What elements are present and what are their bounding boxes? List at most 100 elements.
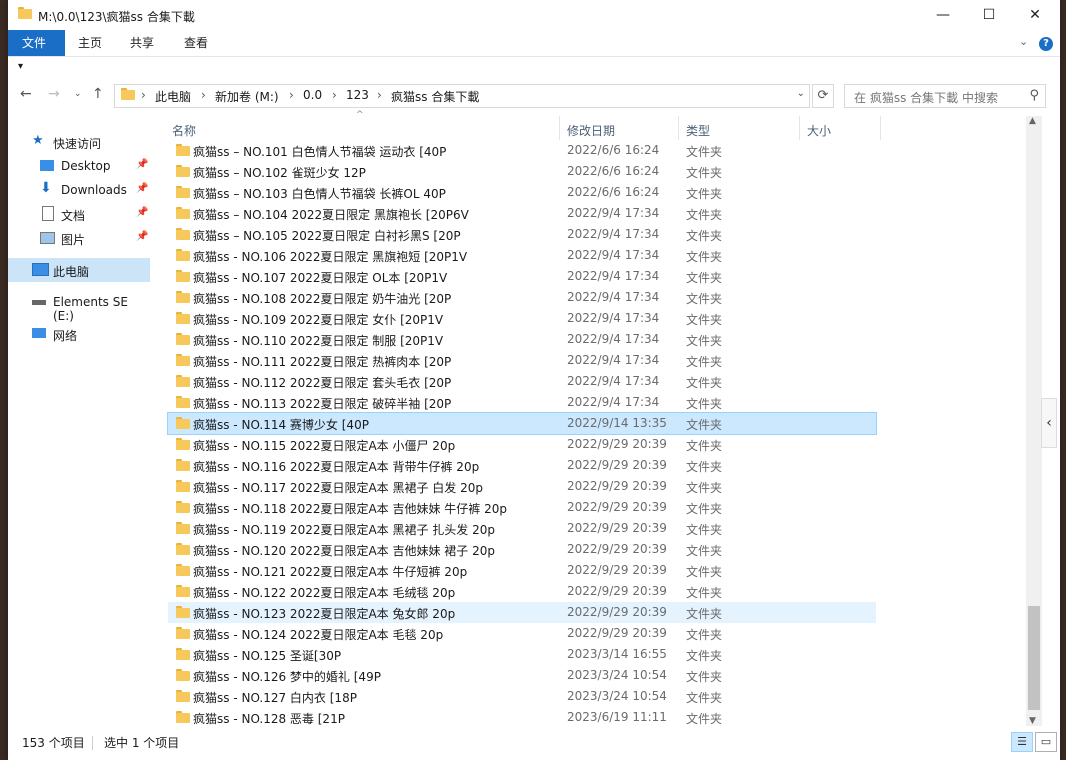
search-input[interactable]: 在 疯猫ss 合集下載 中搜索 ⚲ (844, 84, 1046, 108)
breadcrumb-folder-123[interactable]: 123 (346, 88, 369, 102)
file-row[interactable]: 疯猫ss - NO.109 2022夏日限定 女仆 [20P1V 2022/9/4… (168, 308, 876, 329)
file-row[interactable]: 疯猫ss - NO.108 2022夏日限定 奶牛油光 [20P 2022/9/4… (168, 287, 876, 308)
breadcrumb-current-folder[interactable]: 疯猫ss 合集下載 (391, 88, 479, 105)
pin-icon[interactable]: 📌 (136, 207, 148, 218)
maximize-button[interactable]: ☐ (966, 0, 1012, 30)
preview-pane-toggle-icon[interactable]: ‹ (1041, 398, 1057, 448)
nav-label: Downloads (61, 183, 127, 197)
breadcrumb-this-pc[interactable]: 此电脑 (155, 88, 191, 105)
file-row[interactable]: 疯猫ss - NO.125 圣诞[30P 2023/3/14 16:55 文件夹 (168, 644, 876, 665)
column-divider[interactable] (880, 116, 881, 140)
breadcrumb-separator-icon[interactable]: › (332, 88, 337, 102)
file-row[interactable]: 疯猫ss – NO.104 2022夏日限定 黑旗袍长 [20P6V 2022/9… (168, 203, 876, 224)
file-row[interactable]: 疯猫ss - NO.124 2022夏日限定A本 毛毯 20p 2022/9/29… (168, 623, 876, 644)
file-row[interactable]: 疯猫ss - NO.127 白内衣 [18P 2023/3/24 10:54 文件夹 (168, 686, 876, 707)
tab-home[interactable]: 主页 (64, 30, 116, 56)
breadcrumb-drive[interactable]: 新加卷 (M:) (215, 88, 279, 105)
file-date: 2022/6/6 16:24 (567, 143, 660, 157)
file-row[interactable]: 疯猫ss – NO.101 白色情人节福袋 运动衣 [40P 2022/6/6 1… (168, 140, 876, 161)
pin-icon[interactable]: 📌 (136, 231, 148, 242)
column-divider[interactable] (678, 116, 679, 140)
file-type: 文件夹 (686, 649, 723, 663)
file-row[interactable]: 疯猫ss - NO.119 2022夏日限定A本 黑裙子 扎头发 20p 2022… (168, 518, 876, 539)
file-row[interactable]: 疯猫ss - NO.122 2022夏日限定A本 毛绒毯 20p 2022/9/2… (168, 581, 876, 602)
nav-downloads[interactable]: ⬇ Downloads 📌 (8, 178, 150, 202)
file-row[interactable]: 疯猫ss – NO.105 2022夏日限定 白衬衫黑S [20P 2022/9/… (168, 224, 876, 245)
nav-documents[interactable]: 文档 📌 (8, 202, 150, 226)
file-row[interactable]: 疯猫ss - NO.110 2022夏日限定 制服 [20P1V 2022/9/4… (168, 329, 876, 350)
file-row[interactable]: 疯猫ss – NO.102 雀斑少女 12P 2022/6/6 16:24 文件夹 (168, 161, 876, 182)
recent-locations-icon[interactable]: ⌄ (74, 89, 82, 99)
file-name: 疯猫ss - NO.107 2022夏日限定 OL本 [20P1V (193, 271, 448, 285)
file-row[interactable]: 疯猫ss - NO.123 2022夏日限定A本 兔女郎 20p 2022/9/2… (168, 602, 876, 623)
file-type: 文件夹 (686, 418, 723, 432)
file-row[interactable]: 疯猫ss - NO.107 2022夏日限定 OL本 [20P1V 2022/9/… (168, 266, 876, 287)
breadcrumb-folder-0-0[interactable]: 0.0 (303, 88, 322, 102)
file-row[interactable]: 疯猫ss - NO.113 2022夏日限定 破碎半袖 [20P 2022/9/4… (168, 392, 876, 413)
tab-view[interactable]: 查看 (170, 30, 222, 56)
navigation-bar: ← → ⌄ ↑ › 此电脑 › 新加卷 (M:) › 0.0 › 123 › 疯… (8, 80, 1060, 112)
folder-icon (176, 606, 190, 618)
folder-icon (176, 438, 190, 450)
nav-quick-access[interactable]: ★ 快速访问 (8, 130, 150, 154)
expand-ribbon-icon[interactable]: ⌄ (1019, 35, 1028, 48)
file-row[interactable]: 疯猫ss - NO.117 2022夏日限定A本 黑裙子 白发 20p 2022/… (168, 476, 876, 497)
column-divider[interactable] (559, 116, 560, 140)
file-row[interactable]: 疯猫ss - NO.121 2022夏日限定A本 牛仔短裤 20p 2022/9/… (168, 560, 876, 581)
forward-icon[interactable]: → (48, 86, 60, 102)
file-row[interactable]: 疯猫ss - NO.112 2022夏日限定 套头毛衣 [20P 2022/9/4… (168, 371, 876, 392)
scrollbar-thumb[interactable] (1028, 606, 1040, 710)
navigation-pane: ★ 快速访问 Desktop 📌 ⬇ Downloads 📌 文档 📌 图片 📌… (8, 116, 158, 724)
breadcrumb-separator-icon[interactable]: › (201, 88, 206, 102)
file-row[interactable]: 疯猫ss - NO.114 赛博少女 [40P 2022/9/14 13:35 文件… (167, 412, 877, 435)
file-row[interactable]: 疯猫ss - NO.116 2022夏日限定A本 背带牛仔裤 20p 2022/9… (168, 455, 876, 476)
window-title: M:\0.0\123\疯猫ss 合集下載 (38, 10, 195, 24)
address-dropdown-icon[interactable]: ⌄ (797, 88, 805, 99)
help-icon[interactable]: ? (1039, 37, 1053, 51)
nav-this-pc[interactable]: 此电脑 (8, 258, 150, 282)
file-row[interactable]: 疯猫ss - NO.106 2022夏日限定 黑旗袍短 [20P1V 2022/9… (168, 245, 876, 266)
details-view-icon[interactable]: ☰ (1011, 732, 1033, 752)
scroll-down-icon[interactable]: ▼ (1029, 716, 1036, 726)
column-divider[interactable] (799, 116, 800, 140)
file-date: 2022/9/4 17:34 (567, 311, 660, 325)
pin-icon[interactable]: 📌 (136, 183, 148, 194)
pin-icon[interactable]: 📌 (136, 159, 148, 170)
file-row[interactable]: 疯猫ss - NO.115 2022夏日限定A本 小僵尸 20p 2022/9/2… (168, 434, 876, 455)
large-icons-view-icon[interactable]: ▭ (1035, 732, 1057, 752)
breadcrumb-separator-icon[interactable]: › (377, 88, 382, 102)
folder-icon (176, 564, 190, 576)
file-row[interactable]: 疯猫ss - NO.128 恶毒 [21P 2023/6/19 11:11 文件夹 (168, 707, 876, 728)
scroll-up-icon[interactable]: ▲ (1029, 116, 1036, 126)
back-icon[interactable]: ← (20, 86, 32, 102)
nav-desktop[interactable]: Desktop 📌 (8, 154, 150, 178)
up-icon[interactable]: ↑ (92, 86, 104, 102)
file-date: 2022/6/6 16:24 (567, 185, 660, 199)
nav-pictures[interactable]: 图片 📌 (8, 226, 150, 250)
close-button[interactable]: ✕ (1012, 0, 1058, 30)
minimize-button[interactable]: — (920, 0, 966, 30)
status-divider (92, 736, 93, 750)
breadcrumb-separator-icon[interactable]: › (289, 88, 294, 102)
folder-icon (18, 7, 32, 19)
file-date: 2022/9/29 20:39 (567, 626, 667, 640)
file-row[interactable]: 疯猫ss - NO.118 2022夏日限定A本 吉他妹妹 牛仔裤 20p 202… (168, 497, 876, 518)
file-row[interactable]: 疯猫ss - NO.120 2022夏日限定A本 吉他妹妹 裙子 20p 2022… (168, 539, 876, 560)
tab-share[interactable]: 共享 (116, 30, 168, 56)
nav-elements-drive[interactable]: Elements SE (E:) (8, 290, 150, 323)
file-name: 疯猫ss - NO.110 2022夏日限定 制服 [20P1V (193, 334, 444, 348)
file-date: 2022/9/4 17:34 (567, 227, 660, 241)
breadcrumb-separator-icon[interactable]: › (141, 88, 146, 102)
address-bar[interactable]: › 此电脑 › 新加卷 (M:) › 0.0 › 123 › 疯猫ss 合集下載… (114, 84, 810, 108)
file-row[interactable]: 疯猫ss - NO.126 梦中的婚礼 [49P 2023/3/24 10:54 文… (168, 665, 876, 686)
tab-file[interactable]: 文件 (8, 30, 65, 56)
file-row[interactable]: 疯猫ss – NO.103 白色情人节福袋 长裤OL 40P 2022/6/6 1… (168, 182, 876, 203)
refresh-button[interactable]: ⟳ (812, 84, 834, 108)
file-row[interactable]: 疯猫ss - NO.111 2022夏日限定 热裤肉本 [20P 2022/9/4… (168, 350, 876, 371)
nav-network[interactable]: 网络 (8, 322, 150, 346)
nav-label: Desktop (61, 159, 111, 173)
vertical-scrollbar[interactable]: ▲ ▼ (1026, 116, 1042, 726)
file-type: 文件夹 (686, 607, 723, 621)
file-name: 疯猫ss - NO.127 白内衣 [18P (193, 691, 357, 705)
customize-toolbar-icon[interactable]: ▾ (18, 61, 23, 72)
